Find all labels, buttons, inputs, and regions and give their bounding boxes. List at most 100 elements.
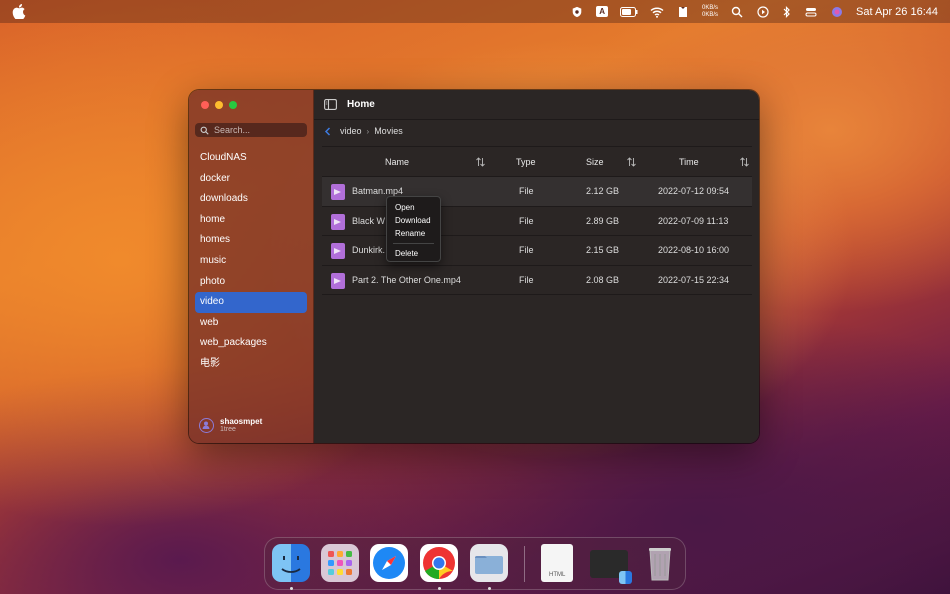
running-indicator (438, 587, 441, 590)
sidebar-list: CloudNAS docker downloads home homes mus… (195, 148, 307, 375)
search-icon[interactable] (730, 6, 744, 18)
file-name: Batman.mp4 (352, 186, 404, 197)
sidebar-item-cloudnas[interactable]: CloudNAS (195, 148, 307, 169)
trash-icon[interactable] (641, 544, 679, 582)
preview-window-icon[interactable] (590, 550, 632, 584)
sort-icon[interactable] (740, 157, 749, 167)
file-time: 2022-07-09 11:13 (658, 215, 729, 226)
sidebar-item-home[interactable]: home (195, 210, 307, 231)
safari-icon[interactable] (370, 544, 408, 582)
dock-divider (524, 546, 525, 582)
chrome-logo-icon (423, 547, 455, 580)
file-name: Black W (352, 215, 386, 226)
close-button[interactable] (201, 101, 209, 109)
person-icon (202, 421, 210, 429)
app-grid-icon (328, 551, 352, 575)
column-name[interactable]: Name (385, 157, 409, 167)
sidebar-item-movies-cn[interactable]: 电影 (195, 354, 307, 375)
user-subtitle: 1tree (220, 426, 236, 433)
sidebar: CloudNAS docker downloads home homes mus… (189, 90, 314, 443)
column-type[interactable]: Type (516, 157, 536, 167)
context-menu-delete[interactable]: Delete (387, 247, 440, 260)
file-time: 2022-07-12 09:54 (658, 186, 730, 197)
html-document-icon[interactable]: HTML (541, 544, 573, 582)
file-type: File (519, 186, 534, 197)
sidebar-item-photo[interactable]: photo (195, 272, 307, 293)
chrome-icon[interactable] (420, 544, 458, 582)
running-indicator (290, 587, 293, 590)
file-type: File (519, 245, 534, 256)
context-menu-download[interactable]: Download (387, 214, 440, 227)
sidebar-item-web-packages[interactable]: web_packages (195, 333, 307, 354)
video-file-icon (331, 184, 345, 200)
zoom-button[interactable] (229, 101, 237, 109)
avatar (199, 418, 214, 433)
shield-icon[interactable] (570, 6, 584, 18)
sidebar-item-homes[interactable]: homes (195, 230, 307, 251)
window-controls (201, 101, 237, 109)
finder-badge-icon (619, 571, 632, 584)
sidebar-item-music[interactable]: music (195, 251, 307, 272)
html-label: HTML (549, 572, 566, 578)
file-type: File (519, 274, 534, 285)
sidebar-item-web[interactable]: web (195, 313, 307, 334)
control-center-icon[interactable] (804, 6, 818, 18)
trash-can-icon (649, 548, 671, 581)
file-size: 2.08 GB (586, 274, 620, 285)
breadcrumb-item-movies[interactable]: Movies (374, 126, 403, 136)
sidebar-item-downloads[interactable]: downloads (195, 189, 307, 210)
user-profile[interactable]: shaosmpet 1tree (199, 417, 262, 434)
video-file-icon (331, 243, 345, 259)
column-size[interactable]: Size (586, 157, 604, 167)
search-input[interactable] (214, 125, 304, 135)
sidebar-item-docker[interactable]: docker (195, 169, 307, 190)
bluetooth-icon[interactable] (782, 5, 792, 18)
network-speed[interactable]: 0KB/s 0KB/s (702, 5, 718, 19)
search-field[interactable] (195, 123, 307, 137)
wifi-icon[interactable] (650, 6, 664, 18)
table-row[interactable]: Part 2. The Other One.mp4 File 2.08 GB 2… (322, 266, 752, 295)
dock: HTML (264, 537, 686, 590)
file-size: 2.15 GB (586, 245, 620, 256)
sidebar-item-video[interactable]: video (195, 292, 307, 313)
chevron-right-icon: › (366, 126, 370, 136)
breadcrumb-item-video[interactable]: video (340, 126, 362, 136)
video-file-icon (331, 272, 345, 289)
net-up: 0KB/s (702, 4, 719, 11)
main-pane: Home video › Movies Name Type Size Time … (314, 90, 759, 443)
column-time[interactable]: Time (679, 157, 699, 167)
menu-divider (393, 243, 434, 244)
play-circle-icon[interactable] (756, 5, 770, 18)
context-menu-rename[interactable]: Rename (387, 227, 440, 240)
file-name: Part 2. The Other One.mp4 (352, 274, 461, 285)
user-name: shaosmpet (220, 417, 263, 426)
files-icon[interactable] (470, 544, 508, 582)
minimize-button[interactable] (215, 101, 223, 109)
file-type: File (519, 215, 534, 226)
back-chevron-icon[interactable] (324, 126, 331, 136)
file-time: 2022-08-10 16:00 (658, 245, 730, 256)
finder-icon[interactable] (272, 544, 310, 582)
context-menu-open[interactable]: Open (387, 201, 440, 214)
running-indicator (488, 587, 491, 590)
launchpad-icon[interactable] (321, 544, 359, 582)
battery-icon[interactable] (620, 6, 638, 18)
table-header: Name Type Size Time (322, 146, 752, 177)
menu-bar: A 0KB/s 0KB/s Sat Apr 26 16:44 (0, 0, 950, 23)
finder-face-icon (281, 556, 301, 573)
input-source-icon[interactable]: A (596, 6, 609, 17)
file-size: 2.89 GB (586, 215, 620, 226)
context-menu: Open Download Rename Delete (386, 196, 441, 262)
siri-icon[interactable] (830, 6, 844, 18)
sort-icon[interactable] (476, 157, 485, 167)
file-name: Dunkirk. (352, 245, 386, 256)
file-time: 2022-07-15 22:34 (658, 274, 730, 285)
sidebar-toggle-icon[interactable] (324, 99, 337, 110)
breadcrumb: video › Movies (324, 126, 403, 136)
clock[interactable]: Sat Apr 26 16:44 (856, 6, 938, 18)
apple-menu-icon[interactable] (12, 4, 26, 19)
video-file-icon (331, 213, 345, 230)
file-size: 2.12 GB (586, 186, 620, 197)
sort-icon[interactable] (627, 157, 636, 167)
clipboard-icon[interactable] (676, 6, 690, 18)
